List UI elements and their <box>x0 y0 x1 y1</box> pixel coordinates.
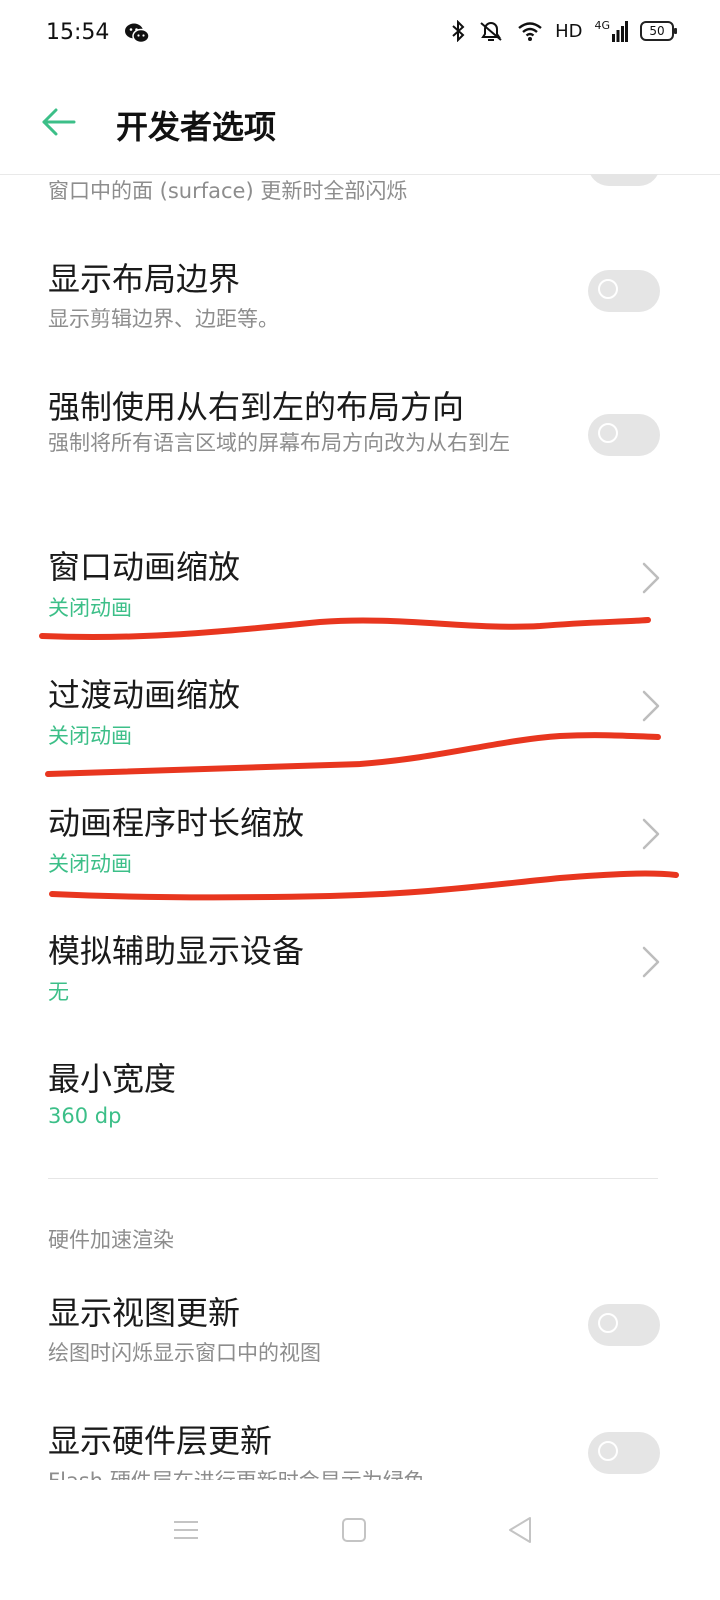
row-summary: Flash 硬件层在进行更新时会显示为绿色 <box>48 1464 568 1480</box>
row-value: 关闭动画 <box>48 724 132 748</box>
chevron-right-icon <box>638 560 664 596</box>
settings-row-force-rtl[interactable]: 强制使用从右到左的布局方向 强制将所有语言区域的屏幕布局方向改为从右到左 <box>0 374 720 504</box>
toggle-switch[interactable] <box>588 1432 660 1474</box>
toggle-knob <box>598 1441 618 1461</box>
status-icons: HD 4G 50 <box>451 20 677 42</box>
settings-list[interactable]: 窗口中的面 (surface) 更新时全部闪烁 显示布局边界 显示剪辑边界、边距… <box>0 174 720 1480</box>
toggle-switch[interactable] <box>588 174 660 186</box>
row-title: 动画程序时长缩放 <box>48 804 305 842</box>
battery-icon: 50 <box>640 21 677 41</box>
row-title: 显示视图更新 <box>48 1294 241 1332</box>
wechat-notification-icon <box>124 22 150 50</box>
row-title: 过渡动画缩放 <box>48 676 241 714</box>
wifi-icon <box>517 20 543 42</box>
row-title: 显示布局边界 <box>48 260 241 298</box>
settings-row-animator-duration-scale[interactable]: 动画程序时长缩放 关闭动画 <box>0 790 720 900</box>
back-triangle-icon[interactable] <box>500 1510 540 1550</box>
settings-row-secondary-display[interactable]: 模拟辅助显示设备 无 <box>0 918 720 1028</box>
toggle-knob <box>598 1313 618 1333</box>
back-arrow-icon[interactable] <box>38 102 78 142</box>
row-summary: 窗口中的面 (surface) 更新时全部闪烁 <box>48 179 408 203</box>
chevron-right-icon <box>638 688 664 724</box>
toggle-switch[interactable] <box>588 1304 660 1346</box>
settings-row-transition-animation-scale[interactable]: 过渡动画缩放 关闭动画 <box>0 662 720 772</box>
row-title: 窗口动画缩放 <box>48 548 241 586</box>
row-title: 显示硬件层更新 <box>48 1422 273 1460</box>
home-icon[interactable] <box>334 1510 374 1550</box>
row-summary: 绘图时闪烁显示窗口中的视图 <box>48 1341 321 1365</box>
battery-level: 50 <box>649 24 665 38</box>
section-divider <box>48 1178 658 1179</box>
toggle-switch[interactable] <box>588 270 660 312</box>
row-title: 最小宽度 <box>48 1060 177 1098</box>
settings-row-smallest-width[interactable]: 最小宽度 360 dp <box>0 1046 720 1156</box>
toggle-knob <box>598 423 618 443</box>
app-bar: 开发者选项 <box>0 72 720 174</box>
settings-row-surface-updates[interactable]: 窗口中的面 (surface) 更新时全部闪烁 <box>0 174 720 214</box>
settings-row-layout-bounds[interactable]: 显示布局边界 显示剪辑边界、边距等。 <box>0 244 720 354</box>
status-bar: 15:54 HD 4G 50 <box>0 0 720 72</box>
navigation-bar <box>0 1480 720 1600</box>
settings-row-hardware-layers[interactable]: 显示硬件层更新 Flash 硬件层在进行更新时会显示为绿色 <box>0 1408 720 1480</box>
hd-indicator: HD <box>555 20 583 42</box>
row-value: 无 <box>48 980 69 1004</box>
row-summary: 显示剪辑边界、边距等。 <box>48 307 279 331</box>
chevron-right-icon <box>638 816 664 852</box>
network-type-label: 4G <box>594 19 610 32</box>
bluetooth-icon <box>451 20 465 42</box>
menu-icon[interactable] <box>166 1510 206 1550</box>
row-title: 模拟辅助显示设备 <box>48 932 305 970</box>
settings-row-window-animation-scale[interactable]: 窗口动画缩放 关闭动画 <box>0 534 720 644</box>
section-header-hardware-rendering: 硬件加速渲染 <box>48 1228 174 1252</box>
row-value: 关闭动画 <box>48 852 132 876</box>
row-title: 强制使用从右到左的布局方向 <box>48 388 465 426</box>
page-title: 开发者选项 <box>116 108 277 146</box>
settings-row-view-updates[interactable]: 显示视图更新 绘图时闪烁显示窗口中的视图 <box>0 1280 720 1390</box>
chevron-right-icon <box>638 944 664 980</box>
status-time: 15:54 <box>46 20 110 45</box>
silent-mode-icon <box>477 20 505 42</box>
cellular-signal-icon: 4G <box>594 20 628 42</box>
row-summary: 强制将所有语言区域的屏幕布局方向改为从右到左 <box>48 431 510 455</box>
row-value: 关闭动画 <box>48 596 132 620</box>
row-value: 360 dp <box>48 1104 122 1128</box>
toggle-knob <box>598 279 618 299</box>
toggle-switch[interactable] <box>588 414 660 456</box>
